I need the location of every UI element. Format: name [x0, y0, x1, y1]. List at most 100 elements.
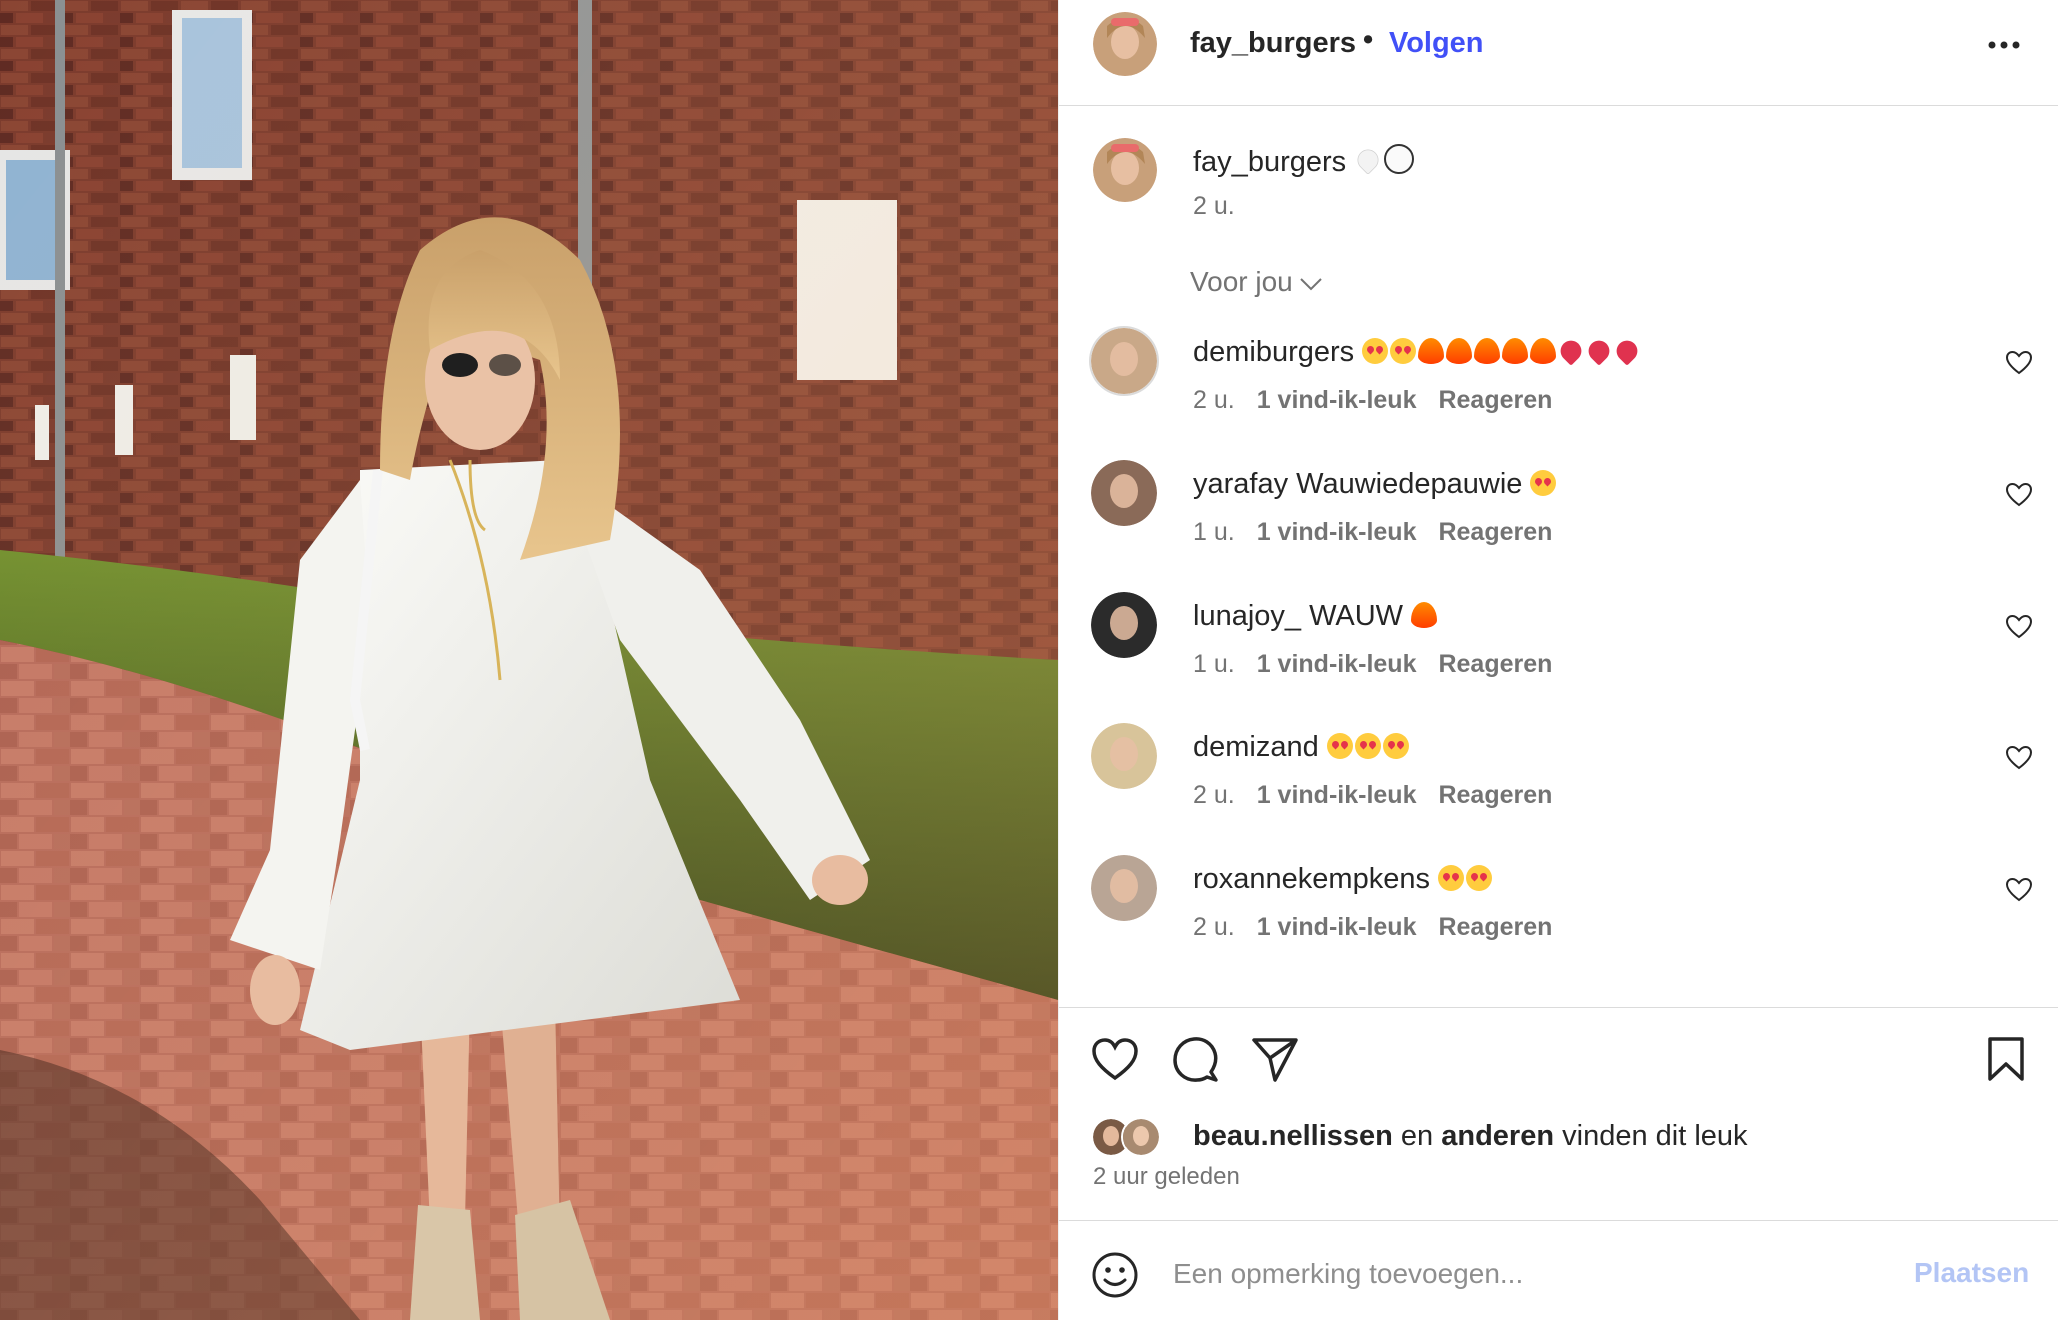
comment-meta: 2 u. 1 vind-ik-leuk Reageren	[1193, 781, 1574, 810]
follow-button[interactable]: Volgen	[1389, 27, 1484, 60]
heart-emoji-icon	[1584, 336, 1614, 366]
comment-time: 1 u.	[1193, 518, 1235, 546]
comment-username[interactable]: yarafay	[1193, 468, 1288, 500]
caption-avatar[interactable]	[1093, 138, 1157, 202]
commenter-avatar-image	[1091, 328, 1157, 394]
commenter-avatar-image	[1091, 592, 1157, 658]
reply-button[interactable]: Reageren	[1438, 650, 1552, 678]
comment-text: lunajoy_ WAUW	[1193, 600, 1439, 633]
reply-button[interactable]: Reageren	[1438, 781, 1552, 809]
reply-button[interactable]: Reageren	[1438, 518, 1552, 546]
commenter-avatar-face	[1110, 737, 1138, 771]
liker-avatar-2[interactable]	[1121, 1117, 1161, 1157]
love-emoji-icon	[1382, 733, 1409, 759]
caption-text: fay_burgers	[1193, 144, 1416, 179]
love-emoji-icon	[1466, 865, 1493, 891]
comment-text: roxannekempkens	[1193, 863, 1494, 896]
author-avatar[interactable]	[1093, 12, 1157, 76]
commenter-avatar-image	[1091, 855, 1157, 921]
comment-like-heart-icon[interactable]	[2005, 877, 2033, 903]
emoji-picker-icon[interactable]	[1091, 1251, 1139, 1299]
separator-dot: •	[1363, 24, 1374, 56]
chevron-down-icon	[1300, 277, 1322, 291]
commenter-avatar[interactable]	[1091, 460, 1157, 526]
comment-text: yarafay Wauwiedepauwie	[1193, 468, 1558, 501]
love-emoji-icon	[1362, 338, 1389, 364]
comment-like-count[interactable]: 1 vind-ik-leuk	[1257, 386, 1417, 414]
caption-username[interactable]: fay_burgers	[1193, 146, 1346, 178]
love-emoji-icon	[1390, 338, 1417, 364]
love-emoji-icon	[1438, 865, 1465, 891]
white-heart-icon	[1353, 145, 1384, 175]
post-time-ago[interactable]: 2 uur geleden	[1093, 1163, 1240, 1191]
bookmark-icon[interactable]	[1986, 1036, 2026, 1082]
comment-like-heart-icon[interactable]	[2005, 482, 2033, 508]
liker-avatar-2-image	[1123, 1119, 1159, 1155]
comment-meta: 2 u. 1 vind-ik-leuk Reageren	[1193, 913, 1574, 942]
comment-username[interactable]: demizand	[1193, 731, 1319, 763]
comment-like-heart-icon[interactable]	[2005, 745, 2033, 771]
comment-time: 2 u.	[1193, 386, 1235, 414]
commenter-avatar[interactable]	[1091, 592, 1157, 658]
post-side-panel: fay_burgers • Volgen fay_burgers 2 u. Vo…	[1058, 0, 2058, 1321]
author-username[interactable]: fay_burgers	[1190, 27, 1356, 60]
caption-time: 2 u.	[1193, 192, 1235, 220]
comment-like-heart-path	[2005, 745, 2033, 770]
comment-like-count[interactable]: 1 vind-ik-leuk	[1257, 518, 1417, 546]
love-emoji-icon	[1326, 733, 1353, 759]
comment-like-heart-path	[2005, 350, 2033, 375]
commenter-avatar-face	[1110, 606, 1138, 640]
commenter-avatar[interactable]	[1091, 723, 1157, 789]
comment-username[interactable]: lunajoy_	[1193, 600, 1301, 632]
comment-like-count[interactable]: 1 vind-ik-leuk	[1257, 650, 1417, 678]
comments-list[interactable]: fay_burgers 2 u. Voor jou demiburgers 2 …	[1059, 106, 2058, 1006]
comment-item: roxannekempkens 2 u. 1 vind-ik-leuk Reager…	[1059, 855, 2058, 983]
comment-input[interactable]	[1171, 1251, 1875, 1297]
share-icon[interactable]	[1251, 1036, 1299, 1082]
commenter-avatar[interactable]	[1091, 328, 1157, 394]
more-options-icon[interactable]	[1984, 30, 2024, 60]
comment-text: demiburgers	[1193, 336, 1642, 369]
comment-meta: 1 u. 1 vind-ik-leuk Reageren	[1193, 518, 1574, 547]
comment-item: demiburgers 2 u. 1 vind-ik-leuk Reageren	[1059, 328, 2058, 456]
likes-and: en	[1400, 1120, 1434, 1152]
heart-emoji-icon	[1612, 336, 1642, 366]
comment-like-heart-icon[interactable]	[2005, 614, 2033, 640]
liked-by-user[interactable]: beau.nellissen	[1193, 1120, 1393, 1152]
comment-like-count[interactable]: 1 vind-ik-leuk	[1257, 913, 1417, 941]
post-comment-button[interactable]: Plaatsen	[1914, 1257, 2029, 1289]
fire-emoji-icon	[1446, 338, 1473, 364]
post-header: fay_burgers • Volgen	[1059, 0, 2058, 106]
comment-time: 2 u.	[1193, 913, 1235, 941]
reply-button[interactable]: Reageren	[1438, 913, 1552, 941]
comment-body: WAUW	[1309, 600, 1404, 632]
liked-by-avatars	[1091, 1117, 1167, 1159]
comment-meta: 2 u. 1 vind-ik-leuk Reageren	[1193, 386, 1574, 415]
commenter-avatar-face	[1110, 342, 1138, 376]
commenter-avatar-image	[1091, 460, 1157, 526]
reply-button[interactable]: Reageren	[1438, 386, 1552, 414]
comment-text: demizand	[1193, 731, 1411, 764]
heart-icon[interactable]	[1091, 1038, 1139, 1082]
comment-username[interactable]: demiburgers	[1193, 336, 1354, 368]
comment-icon[interactable]	[1171, 1036, 1219, 1084]
fire-emoji-icon	[1502, 338, 1529, 364]
comment-item: yarafay Wauwiedepauwie 1 u. 1 vind-ik-leu…	[1059, 460, 2058, 588]
comment-item: demizand 2 u. 1 vind-ik-leuk Reageren	[1059, 723, 2058, 851]
post-actions: beau.nellissen en anderen vinden dit leu…	[1059, 1007, 2058, 1221]
liked-by-others[interactable]: anderen	[1441, 1120, 1554, 1152]
comment-filter-label: Voor jou	[1190, 266, 1293, 297]
commenter-avatar-face	[1110, 869, 1138, 903]
post-photo[interactable]	[0, 0, 1058, 1320]
comment-username[interactable]: roxannekempkens	[1193, 863, 1430, 895]
fire-emoji-icon	[1530, 338, 1557, 364]
comment-time: 2 u.	[1193, 781, 1235, 809]
comment-like-count[interactable]: 1 vind-ik-leuk	[1257, 781, 1417, 809]
fire-emoji-icon	[1411, 602, 1438, 628]
comment-like-heart-icon[interactable]	[2005, 350, 2033, 376]
likes-suffix: vinden dit leuk	[1562, 1120, 1748, 1152]
comment-filter-dropdown[interactable]: Voor jou	[1190, 266, 1323, 298]
commenter-avatar-image	[1091, 723, 1157, 789]
comment-like-heart-path	[2005, 614, 2033, 639]
commenter-avatar[interactable]	[1091, 855, 1157, 921]
